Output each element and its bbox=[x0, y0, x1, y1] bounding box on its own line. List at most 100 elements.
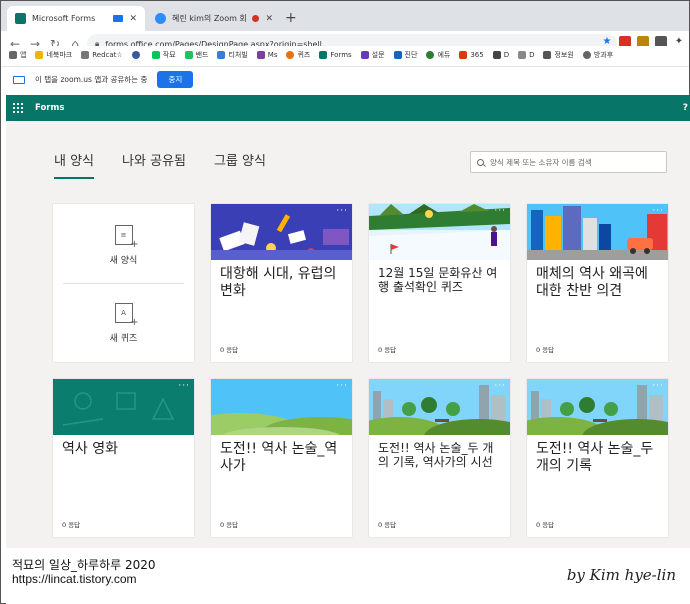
form-card[interactable]: ··· 역사 영화 0 응답 bbox=[53, 379, 194, 537]
response-count: 0 응답 bbox=[536, 346, 555, 354]
band-icon bbox=[184, 51, 193, 59]
watermark-signature: by Kim hye-lin bbox=[566, 566, 676, 584]
bookmark-item[interactable]: 앱 bbox=[9, 50, 26, 60]
office-icon bbox=[459, 51, 468, 59]
zoom-sharing-bar: 이 탭을 zoom.us 앱과 공유하는 중 중지 bbox=[1, 66, 689, 92]
form-card[interactable]: ··· 매체의 역사 왜곡에 대한 찬반 의견 0 응답 bbox=[527, 204, 668, 362]
more-options-icon[interactable]: ··· bbox=[652, 206, 664, 216]
response-count: 0 응답 bbox=[220, 346, 239, 354]
cast-icon bbox=[113, 15, 124, 22]
page-icon bbox=[217, 51, 226, 59]
card-title: 12월 15일 문화유산 여행 출석확인 퀴즈 bbox=[378, 266, 498, 294]
more-options-icon[interactable]: ··· bbox=[494, 381, 506, 391]
facebook-icon bbox=[131, 51, 140, 59]
browser-tabstrip: Microsoft Forms ✕ 혜린 kim의 Zoom 회의 ✕ + bbox=[1, 1, 689, 31]
app-launcher-icon[interactable] bbox=[13, 103, 23, 113]
bookmarks-bar: 앱 네북마크 Redcat☆ 작묘 밴드 티처빌 Ms 퀴즈 Forms 설문 … bbox=[1, 46, 689, 64]
apps-icon bbox=[9, 51, 17, 59]
card-banner-image: ··· bbox=[527, 204, 668, 260]
response-count: 0 응답 bbox=[62, 521, 81, 529]
stop-sharing-button[interactable]: 중지 bbox=[157, 71, 194, 88]
bookmark-item[interactable]: Redcat☆ bbox=[81, 51, 123, 59]
bookmark-item[interactable] bbox=[131, 51, 143, 59]
card-title: 도전!! 역사 논술_역사가 bbox=[220, 441, 338, 474]
browser-tab-forms[interactable]: Microsoft Forms ✕ bbox=[7, 6, 145, 31]
bookmark-item[interactable]: 방과후 bbox=[582, 50, 613, 60]
card-title: 역사 영화 bbox=[62, 441, 118, 457]
recording-icon bbox=[252, 15, 260, 22]
new-form-card: ≡ 새 양식 A 새 퀴즈 bbox=[53, 204, 194, 362]
bookmark-item[interactable]: 에듀 bbox=[426, 50, 450, 60]
sharing-message: 이 탭을 zoom.us 앱과 공유하는 중 bbox=[35, 75, 148, 84]
form-card[interactable]: ··· 도전!! 역사 논술_역사가 0 응답 bbox=[211, 379, 352, 537]
bookmark-item[interactable]: Forms bbox=[319, 51, 352, 59]
quiz-icon bbox=[286, 51, 295, 59]
bookmark-item[interactable]: 작묘 bbox=[151, 50, 176, 60]
new-quiz-label: 새 퀴즈 bbox=[109, 333, 138, 344]
search-icon bbox=[477, 158, 484, 166]
card-title: 도전!! 역사 논술_두 개의 기록, 역사가의 시선 bbox=[378, 441, 494, 469]
watermark-blog-title: 적묘의 일상_하루하루 2020 bbox=[12, 558, 156, 572]
page-icon bbox=[518, 51, 527, 59]
bookmark-item[interactable]: Ms bbox=[256, 51, 277, 59]
new-form-button[interactable]: ≡ 새 양식 bbox=[53, 206, 194, 284]
page-icon bbox=[393, 51, 402, 59]
response-count: 0 응답 bbox=[220, 521, 239, 529]
more-options-icon[interactable]: ··· bbox=[494, 206, 506, 216]
response-count: 0 응답 bbox=[378, 346, 397, 354]
card-title: 도전!! 역사 논술_두 개의 기록 bbox=[536, 441, 654, 474]
help-icon[interactable]: ? bbox=[683, 103, 688, 113]
bookmark-item[interactable]: 설문 bbox=[360, 50, 385, 60]
bookmark-item[interactable]: D bbox=[492, 51, 509, 59]
page-icon bbox=[492, 51, 501, 59]
screen-share-icon bbox=[13, 75, 25, 84]
new-quiz-icon: A bbox=[114, 302, 139, 328]
bookmark-item[interactable]: 네북마크 bbox=[35, 50, 72, 60]
bookmark-item[interactable]: 정보원 bbox=[543, 50, 574, 60]
forms-nav-tabs: 내 양식 나와 공유됨 그룹 양식 bbox=[54, 150, 266, 179]
search-input[interactable]: 양식 제목 또는 소유자 이름 검색 bbox=[470, 151, 667, 173]
more-options-icon[interactable]: ··· bbox=[178, 381, 190, 391]
bookmark-item[interactable]: 진단 bbox=[393, 50, 417, 60]
response-count: 0 응답 bbox=[536, 521, 555, 529]
tab-my-forms[interactable]: 내 양식 bbox=[54, 150, 95, 179]
more-options-icon[interactable]: ··· bbox=[652, 381, 664, 391]
bookmark-item[interactable]: 365 bbox=[459, 51, 484, 59]
watermark-url: https://lincat.tistory.com bbox=[12, 572, 137, 586]
new-quiz-button[interactable]: A 새 퀴즈 bbox=[53, 284, 194, 362]
form-card[interactable]: ··· 12월 15일 문화유산 여행 출석확인 퀴즈 0 응답 bbox=[369, 204, 510, 362]
more-options-icon[interactable]: ··· bbox=[336, 206, 348, 216]
page-icon bbox=[543, 51, 552, 59]
bookmark-item[interactable]: D bbox=[518, 51, 534, 59]
tab-shared-with-me[interactable]: 나와 공유됨 bbox=[122, 150, 186, 179]
card-banner-image: ··· bbox=[53, 379, 194, 435]
card-title: 대항해 시대, 유럽의 변화 bbox=[220, 266, 337, 299]
tab-label: 혜린 kim의 Zoom 회의 bbox=[172, 14, 247, 23]
form-card[interactable]: ··· 대항해 시대, 유럽의 변화 0 응답 bbox=[211, 204, 352, 362]
card-banner-image: ··· bbox=[211, 204, 352, 260]
card-banner-image: ··· bbox=[369, 204, 510, 260]
form-card[interactable]: ··· 도전!! 역사 논술_두 개의 기록 0 응답 bbox=[527, 379, 668, 537]
more-options-icon[interactable]: ··· bbox=[336, 381, 348, 391]
response-count: 0 응답 bbox=[378, 521, 397, 529]
close-tab-icon[interactable]: ✕ bbox=[265, 14, 273, 24]
card-banner-image: ··· bbox=[369, 379, 510, 435]
forms-app-header: Forms ? bbox=[6, 95, 690, 121]
form-card[interactable]: ··· 도전!! 역사 논술_두 개의 기록, 역사가의 시선 0 응답 bbox=[369, 379, 510, 537]
bookmark-item[interactable]: 티처빌 bbox=[217, 50, 248, 60]
teams-icon bbox=[256, 51, 265, 59]
tab-group-forms[interactable]: 그룹 양식 bbox=[214, 150, 266, 179]
card-banner-image: ··· bbox=[527, 379, 668, 435]
bookmark-item[interactable]: 밴드 bbox=[184, 50, 208, 60]
app-title: Forms bbox=[35, 103, 65, 113]
card-banner-image: ··· bbox=[211, 379, 352, 435]
card-title: 매체의 역사 왜곡에 대한 찬반 의견 bbox=[536, 266, 648, 299]
new-tab-icon[interactable]: + bbox=[285, 10, 297, 26]
bookmark-item[interactable]: 퀴즈 bbox=[286, 50, 310, 60]
zoom-favicon-icon bbox=[155, 13, 166, 24]
close-tab-icon[interactable]: ✕ bbox=[129, 14, 137, 24]
page-icon bbox=[81, 51, 90, 59]
page-icon bbox=[582, 51, 591, 59]
survey-icon bbox=[360, 51, 369, 59]
browser-tab-zoom[interactable]: 혜린 kim의 Zoom 회의 ✕ bbox=[147, 6, 281, 31]
